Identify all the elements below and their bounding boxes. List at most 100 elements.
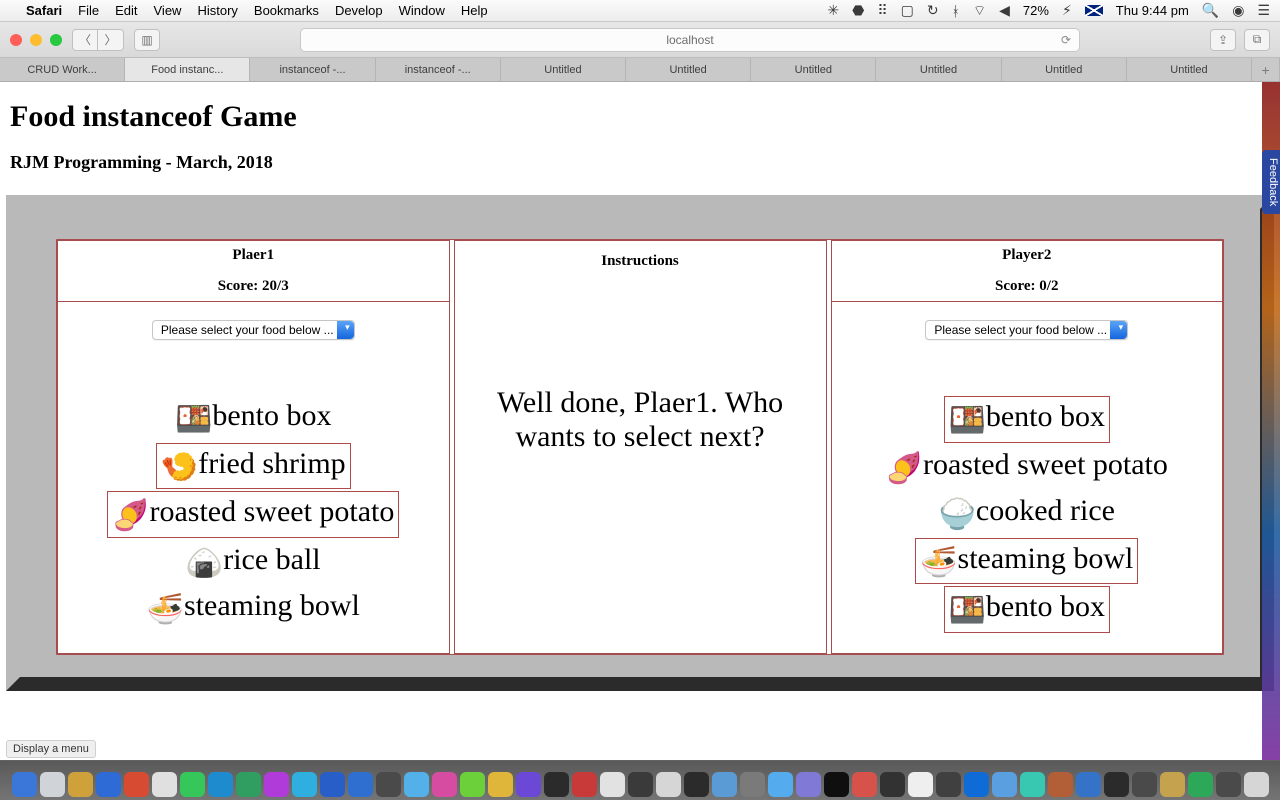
input-source-flag-icon[interactable] xyxy=(1085,5,1103,16)
dock-app-icon[interactable] xyxy=(404,772,429,797)
menubar-item-history[interactable]: History xyxy=(197,3,237,18)
dock-app-icon[interactable] xyxy=(68,772,93,797)
browser-tab[interactable]: CRUD Work... xyxy=(0,58,125,81)
food-item[interactable]: 🍚cooked rice xyxy=(935,491,1119,536)
new-tab-button[interactable]: + xyxy=(1252,58,1280,81)
dock-app-icon[interactable] xyxy=(1104,772,1129,797)
dock-app-icon[interactable] xyxy=(488,772,513,797)
bluetooth-icon[interactable]: ᚼ xyxy=(952,3,960,19)
dock-app-icon[interactable] xyxy=(684,772,709,797)
menubar-app-name[interactable]: Safari xyxy=(26,3,62,18)
dock-app-icon[interactable] xyxy=(740,772,765,797)
dock-app-icon[interactable] xyxy=(908,772,933,797)
dock-app-icon[interactable] xyxy=(152,772,177,797)
browser-tab[interactable]: Untitled xyxy=(751,58,876,81)
address-bar[interactable]: localhost ⟳ xyxy=(300,28,1080,52)
dock-app-icon[interactable] xyxy=(1188,772,1213,797)
dock-app-icon[interactable] xyxy=(432,772,457,797)
dock-app-icon[interactable] xyxy=(180,772,205,797)
menu-extra-shield-icon[interactable]: ⬣ xyxy=(852,2,864,19)
battery-icon[interactable]: ⚡︎ xyxy=(1062,2,1072,19)
food-item[interactable]: 🍜steaming bowl xyxy=(143,586,364,631)
dock-app-icon[interactable] xyxy=(992,772,1017,797)
dock-app-icon[interactable] xyxy=(572,772,597,797)
food-item[interactable]: 🍠roasted sweet potato xyxy=(882,445,1172,490)
menubar-item-file[interactable]: File xyxy=(78,3,99,18)
show-tabs-button[interactable]: ⧉ xyxy=(1244,29,1270,51)
dock-app-icon[interactable] xyxy=(1076,772,1101,797)
notification-center-icon[interactable]: ☰ xyxy=(1257,2,1270,19)
food-item[interactable]: 🍙rice ball xyxy=(182,540,325,585)
dock-app-icon[interactable] xyxy=(376,772,401,797)
dock-app-icon[interactable] xyxy=(96,772,121,797)
dock-app-icon[interactable] xyxy=(880,772,905,797)
dock-app-icon[interactable] xyxy=(544,772,569,797)
dock-app-icon[interactable] xyxy=(208,772,233,797)
dock-app-icon[interactable] xyxy=(600,772,625,797)
dock-app-icon[interactable] xyxy=(292,772,317,797)
wifi-icon[interactable]: ⌔ xyxy=(973,2,986,20)
browser-tab[interactable]: Untitled xyxy=(501,58,626,81)
food-item[interactable]: 🍤fried shrimp xyxy=(156,443,351,490)
dock-app-icon[interactable] xyxy=(516,772,541,797)
browser-tab[interactable]: Untitled xyxy=(1002,58,1127,81)
browser-tab[interactable]: instanceof -... xyxy=(250,58,375,81)
dock-app-icon[interactable] xyxy=(768,772,793,797)
dock-app-icon[interactable] xyxy=(236,772,261,797)
menubar-item-develop[interactable]: Develop xyxy=(335,3,383,18)
dock-app-icon[interactable] xyxy=(1244,772,1269,797)
reload-icon[interactable]: ⟳ xyxy=(1061,33,1071,47)
dock-app-icon[interactable] xyxy=(852,772,877,797)
menubar-item-bookmarks[interactable]: Bookmarks xyxy=(254,3,319,18)
share-button[interactable]: ⇪ xyxy=(1210,29,1236,51)
dock-app-icon[interactable] xyxy=(12,772,37,797)
volume-icon[interactable]: ◀︎ xyxy=(999,2,1010,19)
dock-app-icon[interactable] xyxy=(1132,772,1157,797)
dock-app-icon[interactable] xyxy=(1048,772,1073,797)
menubar-item-window[interactable]: Window xyxy=(399,3,445,18)
dock-app-icon[interactable] xyxy=(264,772,289,797)
menubar-item-edit[interactable]: Edit xyxy=(115,3,137,18)
nav-back-button[interactable]: 〈 xyxy=(72,29,98,51)
siri-icon[interactable]: ◉ xyxy=(1232,2,1244,19)
menubar-item-help[interactable]: Help xyxy=(461,3,488,18)
menubar-clock[interactable]: Thu 9:44 pm xyxy=(1116,3,1189,18)
window-fullscreen-button[interactable] xyxy=(50,34,62,46)
food-item[interactable]: 🍱bento box xyxy=(944,396,1111,443)
nav-forward-button[interactable]: 〉 xyxy=(98,29,124,51)
browser-tab[interactable]: Untitled xyxy=(876,58,1001,81)
player2-food-select[interactable]: Please select your food below ... xyxy=(925,320,1128,340)
browser-tab[interactable]: Food instanc... xyxy=(125,58,250,81)
window-close-button[interactable] xyxy=(10,34,22,46)
dock-app-icon[interactable] xyxy=(124,772,149,797)
dock-app-icon[interactable] xyxy=(460,772,485,797)
dock-app-icon[interactable] xyxy=(936,772,961,797)
window-minimize-button[interactable] xyxy=(30,34,42,46)
dock-app-icon[interactable] xyxy=(712,772,737,797)
menubar-item-view[interactable]: View xyxy=(154,3,182,18)
menu-extra-grid-icon[interactable]: ⠿ xyxy=(877,2,887,19)
dock-app-icon[interactable] xyxy=(796,772,821,797)
dock-app-icon[interactable] xyxy=(964,772,989,797)
food-item[interactable]: 🍱bento box xyxy=(171,396,336,441)
dock-app-icon[interactable] xyxy=(1020,772,1045,797)
menu-extra-icon[interactable]: ✳︎ xyxy=(827,2,839,19)
dock-app-icon[interactable] xyxy=(824,772,849,797)
dock-app-icon[interactable] xyxy=(1160,772,1185,797)
feedback-tab[interactable]: Feedback xyxy=(1262,150,1280,214)
food-item[interactable]: 🍠roasted sweet potato xyxy=(107,491,399,538)
dock-app-icon[interactable] xyxy=(656,772,681,797)
food-item[interactable]: 🍱bento box xyxy=(944,586,1111,633)
spotlight-icon[interactable]: 🔍 xyxy=(1202,2,1219,19)
airplay-icon[interactable]: ▢ xyxy=(901,2,914,19)
dock-app-icon[interactable] xyxy=(348,772,373,797)
food-item[interactable]: 🍜steaming bowl xyxy=(915,538,1138,585)
dock-app-icon[interactable] xyxy=(628,772,653,797)
browser-tab[interactable]: Untitled xyxy=(626,58,751,81)
dock-app-icon[interactable] xyxy=(1216,772,1241,797)
dock-app-icon[interactable] xyxy=(320,772,345,797)
sidebar-toggle-button[interactable]: ▥ xyxy=(134,29,160,51)
browser-tab[interactable]: instanceof -... xyxy=(376,58,501,81)
browser-tab[interactable]: Untitled xyxy=(1127,58,1252,81)
player1-food-select[interactable]: Please select your food below ... xyxy=(152,320,355,340)
